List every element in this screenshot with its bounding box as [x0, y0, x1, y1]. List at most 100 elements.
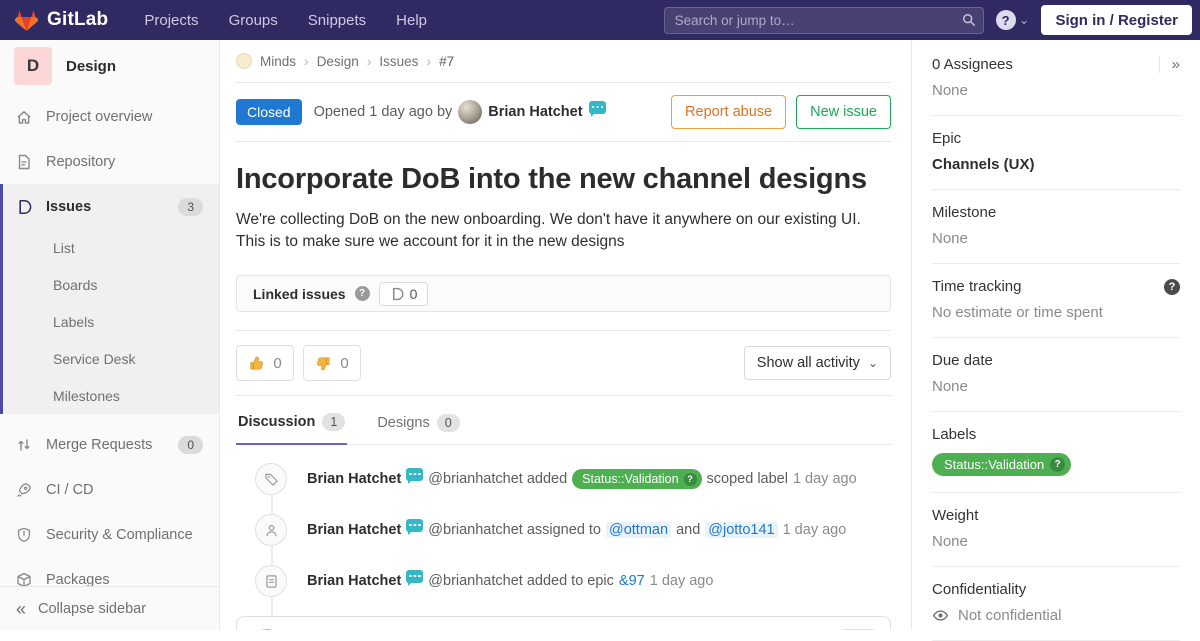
sidebar-item-label: Issues	[46, 199, 91, 215]
tab-designs[interactable]: Designs 0	[375, 401, 461, 444]
group-avatar	[236, 53, 252, 69]
collapse-left-icon: «	[16, 600, 26, 618]
sidebar-item-cicd[interactable]: CI / CD	[0, 467, 219, 512]
mention-link[interactable]: @ottman	[606, 522, 671, 538]
report-abuse-button[interactable]: Report abuse	[671, 95, 786, 129]
nav-groups[interactable]: Groups	[229, 12, 278, 29]
linked-issues-title: Linked issues	[253, 286, 346, 302]
linked-issues-help-icon[interactable]: ?	[355, 286, 370, 301]
opened-text: Opened 1 day ago by	[314, 104, 453, 120]
tag-icon	[264, 472, 279, 487]
label-pill[interactable]: Status::Validation ?	[932, 453, 1071, 476]
issue-title: Incorporate DoB into the new channel des…	[236, 163, 891, 196]
collapse-right-sidebar-icon[interactable]: »	[1159, 56, 1180, 73]
author-avatar[interactable]	[458, 100, 482, 124]
discussion-count-badge: 1	[322, 413, 345, 431]
author-name[interactable]: Brian Hatchet	[488, 104, 582, 120]
confidentiality-value-row: Not confidential	[932, 607, 1180, 624]
mr-count-badge: 0	[178, 436, 203, 454]
gitlab-tanuki-icon	[14, 8, 39, 33]
speech-bubble-badge-icon	[406, 519, 423, 532]
time-tracking-help-icon[interactable]: ?	[1164, 279, 1180, 295]
sidebar-item-boards[interactable]: Boards	[3, 266, 219, 303]
thumbs-down-count: 0	[340, 355, 348, 372]
activity-text: scoped label	[707, 471, 788, 487]
activity-timestamp[interactable]: 1 day ago	[793, 471, 857, 487]
activity-item-epic: Brian Hatchet @brianhatchet added to epi…	[236, 565, 891, 597]
sidebar-item-labels[interactable]: Labels	[3, 303, 219, 340]
project-avatar: D	[14, 47, 52, 85]
breadcrumb-separator-icon: ›	[304, 53, 309, 69]
nav-help[interactable]: Help	[396, 12, 427, 29]
sidebar-item-project-overview[interactable]: Project overview	[0, 94, 219, 139]
label-text: Status::Validation	[582, 472, 678, 486]
sign-in-button[interactable]: Sign in / Register	[1041, 5, 1192, 35]
activity-filter-dropdown[interactable]: Show all activity ⌄	[744, 346, 891, 380]
label-text: Status::Validation	[944, 457, 1044, 472]
weight-value: None	[932, 533, 1180, 550]
assignees-value: None	[932, 82, 1180, 99]
sidebar-nav: Project overview Repository Issues 3 Lis…	[0, 94, 219, 602]
due-date-value: None	[932, 378, 1180, 395]
weight-block: Weight None	[932, 493, 1180, 567]
new-issue-button[interactable]: New issue	[796, 95, 891, 129]
sidebar-item-security[interactable]: Security & Compliance	[0, 512, 219, 557]
sidebar-item-service-desk[interactable]: Service Desk	[3, 340, 219, 377]
project-context-header[interactable]: D Design	[0, 40, 219, 92]
user-icon	[264, 523, 279, 538]
scoped-label-pill[interactable]: Status::Validation ?	[572, 469, 701, 489]
sidebar-item-label: Project overview	[46, 109, 152, 125]
activity-author[interactable]: Brian Hatchet	[307, 573, 401, 589]
activity-text: and	[676, 522, 700, 538]
project-name: Design	[66, 58, 116, 75]
activity-author[interactable]: Brian Hatchet	[307, 522, 401, 538]
issues-icon	[16, 199, 32, 215]
breadcrumb-issues[interactable]: Issues	[379, 54, 418, 69]
confidentiality-value: Not confidential	[958, 607, 1061, 624]
rocket-icon	[16, 482, 32, 498]
epic-value[interactable]: Channels (UX)	[932, 156, 1180, 173]
sidebar-item-issues[interactable]: Issues 3	[3, 184, 219, 229]
thumbs-down-button[interactable]: 0	[303, 345, 361, 381]
search-input[interactable]	[664, 7, 984, 34]
activity-author[interactable]: Brian Hatchet	[307, 471, 401, 487]
mention-link[interactable]: @jotto141	[705, 522, 777, 538]
epic-title: Epic	[932, 130, 961, 147]
sidebar-item-issues-list[interactable]: List	[3, 229, 219, 266]
tab-discussion[interactable]: Discussion 1	[236, 401, 347, 445]
nav-projects[interactable]: Projects	[144, 12, 198, 29]
sidebar-item-repository[interactable]: Repository	[0, 139, 219, 184]
sidebar-item-label: Repository	[46, 154, 115, 170]
time-tracking-block: Time tracking ? No estimate or time spen…	[932, 264, 1180, 338]
navbar-menu: Projects Groups Snippets Help	[144, 12, 427, 29]
linked-issues-panel: Linked issues ? 0	[236, 275, 891, 312]
epic-link[interactable]: &97	[619, 573, 645, 589]
activity-text: @brianhatchet assigned to	[428, 522, 601, 538]
issues-count-badge: 3	[178, 198, 203, 216]
header-actions: Report abuse New issue	[671, 95, 891, 129]
help-menu[interactable]: ? ⌄	[996, 10, 1030, 30]
breadcrumb-project[interactable]: Design	[317, 54, 359, 69]
activity-timestamp[interactable]: 1 day ago	[783, 522, 847, 538]
breadcrumb-group[interactable]: Minds	[260, 54, 296, 69]
activity-text: @brianhatchet added	[428, 471, 567, 487]
issue-page: Minds › Design › Issues › #7 Closed Open…	[220, 40, 911, 630]
label-help-icon: ?	[1050, 457, 1065, 472]
linked-issues-count-button[interactable]: 0	[379, 282, 429, 306]
sidebar-item-merge-requests[interactable]: Merge Requests 0	[0, 422, 219, 467]
home-icon	[16, 109, 32, 125]
gitlab-logo[interactable]: GitLab	[14, 8, 108, 33]
labels-block: Labels Status::Validation ?	[932, 412, 1180, 493]
merge-request-icon	[16, 437, 32, 453]
awards-row: 0 0 Show all activity ⌄	[236, 330, 891, 396]
activity-feed: Brian Hatchet @brianhatchet added Status…	[236, 445, 891, 630]
sidebar-item-milestones[interactable]: Milestones	[3, 377, 219, 414]
nav-snippets[interactable]: Snippets	[308, 12, 366, 29]
thumbs-up-button[interactable]: 0	[236, 345, 294, 381]
collapse-sidebar-button[interactable]: « Collapse sidebar	[0, 586, 219, 630]
due-date-title: Due date	[932, 352, 993, 369]
activity-timestamp[interactable]: 1 day ago	[650, 573, 714, 589]
due-date-block: Due date None	[932, 338, 1180, 412]
breadcrumb-issue-number: #7	[439, 54, 454, 69]
issue-metadata-sidebar: 0 Assignees » None Epic Channels (UX) Mi…	[911, 40, 1200, 630]
